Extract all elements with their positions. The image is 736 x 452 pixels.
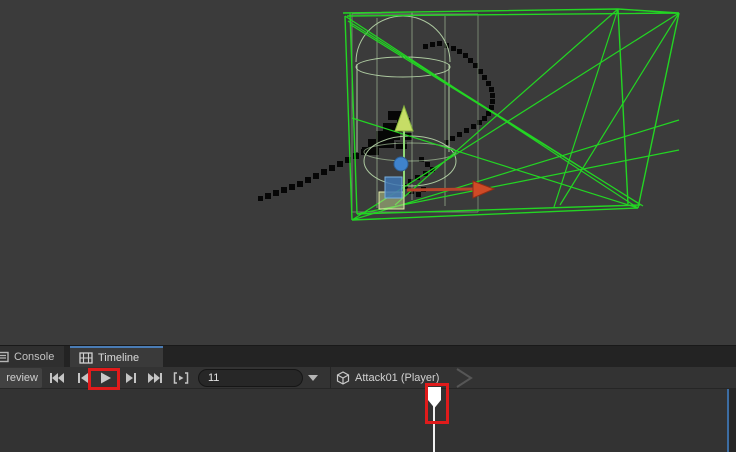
tab-bar: Console Timeline [0,346,736,367]
breadcrumb-chevron-icon [455,368,473,388]
tab-timeline[interactable]: Timeline [70,346,163,367]
cube-icon [336,371,350,385]
skip-to-end-button[interactable] [144,370,166,386]
play-range-button[interactable] [170,370,192,386]
timeline-icon [79,352,93,364]
tab-timeline-label: Timeline [98,352,139,364]
tab-console-label: Console [14,351,54,363]
breadcrumb[interactable]: Attack01 (Player) [336,367,439,389]
tab-console[interactable]: Console [0,346,64,367]
play-range-icon [172,371,190,385]
unity-editor-window: Console Timeline review [0,0,736,452]
skip-to-start-button[interactable] [46,370,68,386]
gizmo-xy-plane-handle[interactable] [385,177,402,198]
console-icon [0,351,9,363]
step-forward-icon [123,371,139,385]
highlight-box-play-button [88,368,120,390]
preview-toggle-button[interactable]: review [0,368,42,388]
frame-field-dropdown-icon[interactable] [308,375,318,381]
scene-background [0,0,736,346]
frame-number-field[interactable] [198,369,303,387]
timeline-panel: Console Timeline review [0,346,736,452]
highlight-box-playhead [425,383,449,424]
skip-to-end-icon [146,371,164,385]
out-of-range-dim [729,389,736,452]
skip-to-start-icon [48,371,66,385]
toolbar-separator [330,367,331,389]
step-forward-button[interactable] [120,370,142,386]
preview-label: review [6,372,38,384]
gizmo-x-axis[interactable] [407,189,475,190]
scene-view[interactable] [0,0,736,346]
gizmo-z-handle[interactable] [394,157,408,171]
